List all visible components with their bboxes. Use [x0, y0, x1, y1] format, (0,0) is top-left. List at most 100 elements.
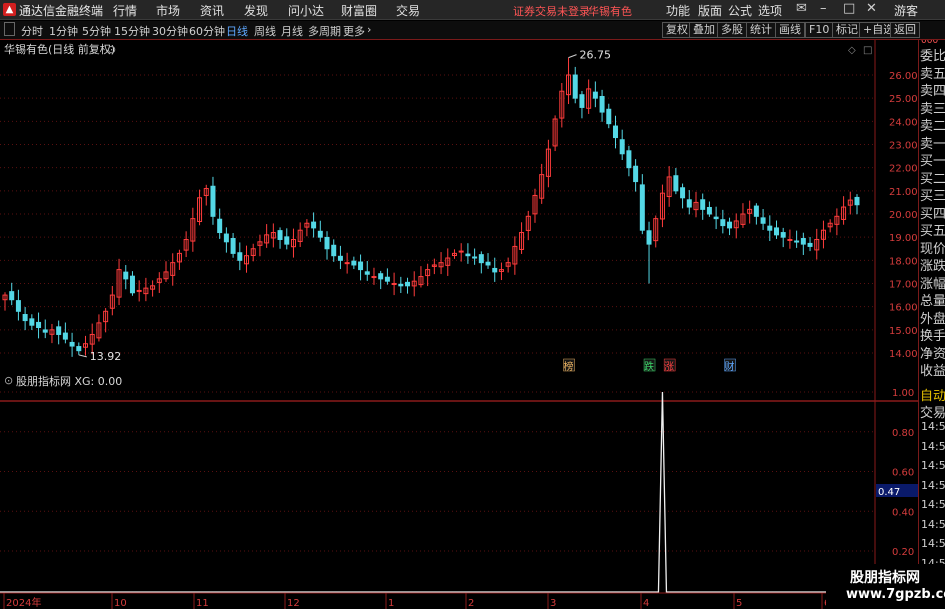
candle-body [639, 184, 645, 231]
date-tick-label: 3 [550, 598, 556, 609]
candle-body [673, 175, 679, 192]
candle-body [579, 94, 585, 108]
quote-field-label: 卖四 [920, 84, 945, 99]
chart-settings-icon[interactable]: ⊙ [107, 43, 116, 56]
trade-time-label: 14:56 [921, 537, 945, 550]
event-marker-label[interactable]: 跌 [644, 360, 654, 373]
trade-login-status[interactable]: 证券交易未登录 [513, 3, 590, 19]
quote-field-label: 委比 [920, 49, 945, 64]
candle-body [405, 281, 411, 287]
trade-time-label: 14:56 [921, 478, 945, 492]
date-tick-label: 11 [196, 598, 209, 609]
price-tick-label: 18.00 [889, 256, 918, 267]
minimize-icon[interactable]: – [820, 1, 827, 16]
candle-body [9, 291, 15, 301]
candle-body [606, 108, 612, 125]
period-daily[interactable]: 日线 [226, 23, 248, 39]
candle-body [646, 230, 652, 245]
event-marker-label[interactable]: 榜 [564, 360, 574, 373]
menu-gongshi[interactable]: 公式 [728, 2, 752, 19]
indicator-settings-icon[interactable]: ⊙ [4, 374, 13, 387]
event-marker-label[interactable]: 财 [725, 360, 735, 373]
btn-back[interactable]: 返回 [890, 22, 920, 38]
candle-body [599, 95, 605, 113]
candle-body [492, 267, 498, 273]
quote-field-label: 卖一 [920, 136, 945, 152]
watermark-url: www.7gpzb.com [846, 587, 945, 602]
period-15min[interactable]: 15分钟 [114, 23, 150, 39]
trade-time-label: 14:56 [921, 439, 945, 453]
event-marker-label[interactable]: 涨 [664, 361, 674, 373]
menu-zixun[interactable]: 资讯 [200, 2, 224, 19]
candle-body [223, 233, 229, 243]
main-chart-title: 华锡有色(日线 前复权) [4, 42, 115, 56]
period-30min[interactable]: 30分钟 [152, 23, 188, 39]
period-fenshi[interactable]: 分时 [21, 23, 43, 39]
candle-body [727, 221, 733, 229]
quote-field-label: 净资 [920, 346, 945, 362]
menu-caifuquan[interactable]: 财富圈 [341, 2, 377, 19]
event-markers: 榜 跌涨 财 [563, 358, 736, 373]
quote-field-label: 卖五 [920, 66, 945, 82]
menu-banmian[interactable]: 版面 [698, 2, 722, 19]
period-monthly[interactable]: 月线 [281, 23, 303, 39]
candle-body [364, 271, 370, 275]
candle-body [76, 346, 82, 352]
guest-button[interactable]: 游客 [894, 2, 918, 19]
period-5min[interactable]: 5分钟 [82, 23, 111, 39]
menu-jiaoyi[interactable]: 交易 [396, 2, 420, 19]
btn-fuquan[interactable]: 复权 [662, 22, 692, 38]
date-tick-label: 2 [468, 598, 474, 609]
maximize-icon[interactable]: □ [843, 1, 855, 16]
menu-shichang[interactable]: 市场 [156, 2, 180, 19]
price-tick-label: 21.00 [889, 187, 918, 198]
menu-hangqing[interactable]: 行情 [113, 2, 137, 19]
candle-body [472, 256, 478, 259]
date-tick-label: 4 [643, 598, 649, 609]
indicator-tick-label: 0.80 [892, 428, 914, 439]
candle-body [807, 242, 813, 247]
btn-f10[interactable]: F10 [805, 22, 834, 38]
diamond-icon[interactable]: ◇ [848, 45, 856, 56]
candle-body [15, 300, 21, 312]
period-1min[interactable]: 1分钟 [49, 23, 78, 39]
price-axis: 26.00 25.00 24.00 23.00 22.00 21.00 20.00 19.00… [889, 71, 918, 360]
quote-field-label: 买五 [920, 224, 945, 239]
date-axis: 2024年101112123456 [3, 593, 830, 609]
btn-biaoji[interactable]: 标记 [832, 22, 862, 38]
menu-faxian[interactable]: 发现 [244, 2, 268, 19]
candle-body [391, 283, 397, 285]
candle-body [767, 225, 773, 231]
period-weekly[interactable]: 周线 [254, 23, 276, 39]
chevron-right-icon[interactable]: › [367, 23, 371, 36]
quote-field-label: 外盘 [920, 311, 945, 327]
menu-gongneng[interactable]: 功能 [666, 2, 690, 19]
pane-close-icon[interactable]: □ [863, 45, 872, 56]
kline-chart[interactable]: 华锡有色(日线 前复权) ⊙ ◇ □ 26.0025.0024.0023.002… [0, 40, 945, 609]
watermark-title: 股朋指标网 [850, 570, 920, 586]
quote-field-label: 卖二 [920, 119, 945, 134]
btn-diejia[interactable]: 叠加 [689, 22, 719, 38]
tab-trade[interactable]: 交易 [920, 402, 945, 421]
btn-tongji[interactable]: 统计 [746, 22, 776, 38]
btn-huaxian[interactable]: 画线 [775, 22, 805, 38]
close-icon[interactable]: ✕ [866, 1, 877, 16]
btn-duogu[interactable]: 多股 [717, 22, 747, 38]
sidebar-toggle-icon[interactable] [4, 22, 15, 36]
period-more[interactable]: 更多 [343, 23, 365, 39]
candle-body [36, 321, 42, 329]
period-multi[interactable]: 多周期 [308, 23, 341, 39]
candle-body [572, 74, 578, 99]
menu-xuanxiang[interactable]: 选项 [758, 2, 782, 19]
candle-body [62, 332, 68, 340]
candle-body [277, 230, 283, 240]
candle-body [612, 125, 618, 139]
candle-body [592, 91, 598, 99]
high-price-label: 26.75 [580, 49, 612, 62]
candle-body [626, 150, 632, 169]
quote-field-label: 买一 [920, 154, 945, 169]
candle-body [331, 244, 337, 257]
menu-wenxiaoda[interactable]: 问小达 [288, 2, 324, 19]
mail-icon[interactable]: ✉ [796, 1, 807, 16]
period-60min[interactable]: 60分钟 [189, 23, 225, 39]
